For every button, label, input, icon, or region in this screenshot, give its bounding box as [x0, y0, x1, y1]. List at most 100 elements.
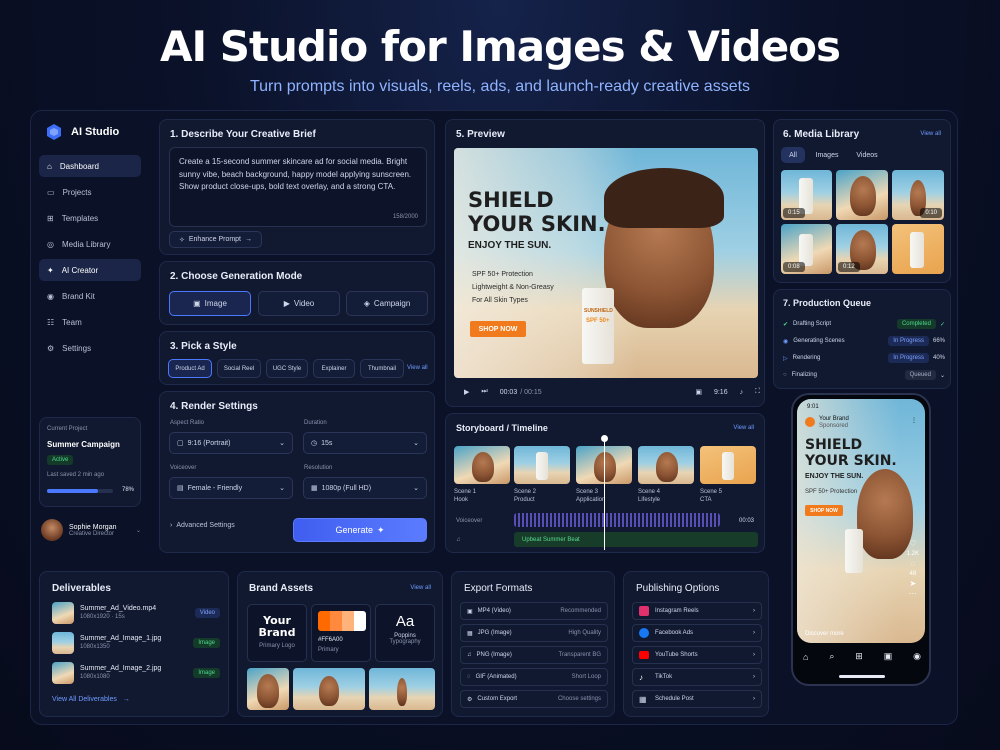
- brand-assets-view-all-link[interactable]: View all: [410, 585, 431, 591]
- deliverable-row[interactable]: Summer_Ad_Image_1.jpg 1080x1350 Image: [52, 632, 220, 654]
- library-item[interactable]: 0:15: [781, 170, 832, 220]
- play-circle-icon: ▷: [783, 355, 788, 362]
- brand-image[interactable]: [293, 668, 365, 710]
- share-icon[interactable]: ➤: [907, 579, 919, 589]
- sidebar-item-media-library[interactable]: ◎ Media Library: [39, 233, 141, 255]
- phone-actions: ♡ 1.2K ◌ 48 ➤ ⋯: [907, 539, 919, 599]
- primary-logo-card[interactable]: Your Brand Primary Logo: [247, 604, 307, 662]
- sidebar-item-brand-kit[interactable]: ◉ Brand Kit: [39, 285, 141, 307]
- mode-campaign-button[interactable]: ◈ Campaign: [346, 291, 428, 316]
- publish-option[interactable]: ♪ TikTok ›: [632, 668, 762, 686]
- brand-image[interactable]: [247, 668, 289, 710]
- style-product-ad[interactable]: Product Ad: [168, 359, 212, 378]
- export-option[interactable]: ⚙ Custom Export Choose settings: [460, 690, 608, 708]
- phone-screen[interactable]: 9:01 Your Brand Sponsored ⋮ SHIELD YOUR SK…: [797, 399, 925, 643]
- view-all-deliverables-link[interactable]: View All Deliverables →: [52, 696, 130, 703]
- publish-option[interactable]: Facebook Ads ›: [632, 624, 762, 642]
- style-ugc[interactable]: UGC Style: [266, 359, 308, 378]
- scene-thumb[interactable]: [454, 446, 510, 484]
- user-profile[interactable]: Sophie Morgan Creative Director ⌄: [41, 519, 141, 541]
- fullscreen-icon[interactable]: ⛶: [755, 388, 760, 396]
- sidebar-item-projects[interactable]: ▭ Projects: [39, 181, 141, 203]
- publish-option[interactable]: YouTube Shorts ›: [632, 646, 762, 664]
- export-option[interactable]: ◌ GIF (Animated) Short Loop: [460, 668, 608, 686]
- voiceover-select[interactable]: ▤ Female - Friendly ⌄: [169, 477, 293, 499]
- add-icon[interactable]: ⊞: [855, 651, 863, 662]
- primary-color-card[interactable]: #FF6A00 Primary: [311, 604, 371, 662]
- search-icon[interactable]: ⌕: [829, 651, 834, 662]
- current-project-card[interactable]: Current Project Summer Campaign Active L…: [39, 417, 141, 507]
- tab-images[interactable]: Images: [809, 147, 845, 163]
- export-label: JPG (Image): [477, 630, 512, 636]
- style-social-reel[interactable]: Social Reel: [217, 359, 261, 378]
- heart-icon[interactable]: ♡: [907, 539, 919, 549]
- brand-image[interactable]: [369, 668, 435, 710]
- sidebar-item-team[interactable]: ☷ Team: [39, 311, 141, 333]
- library-view-all-link[interactable]: View all: [920, 131, 941, 137]
- more-horizontal-icon[interactable]: ⋯: [907, 589, 919, 599]
- scene-thumb[interactable]: [638, 446, 694, 484]
- sidebar-item-dashboard[interactable]: ⌂ Dashboard: [39, 155, 141, 177]
- queue-percent: 40%: [932, 355, 945, 361]
- sidebar-item-templates[interactable]: ⊞ Templates: [39, 207, 141, 229]
- volume-icon[interactable]: ♪: [740, 389, 744, 396]
- publish-option[interactable]: Instagram Reels ›: [632, 602, 762, 620]
- phone-cta-button[interactable]: SHOP NOW: [805, 505, 843, 516]
- storyboard-view-all-link[interactable]: View all: [733, 425, 754, 431]
- ratio-icon[interactable]: ▣: [695, 388, 702, 396]
- export-option[interactable]: ▦ JPG (Image) High Quality: [460, 624, 608, 642]
- brief-textarea[interactable]: Create a 15-second summer skincare ad fo…: [169, 147, 427, 227]
- aspect-ratio-select[interactable]: ▢ 9:16 (Portrait) ⌄: [169, 432, 293, 454]
- scene-thumb[interactable]: [514, 446, 570, 484]
- export-option[interactable]: ♫ PNG (Image) Transparent BG: [460, 646, 608, 664]
- queue-status-badge: Queued: [904, 370, 936, 380]
- sidebar-item-ai-creator[interactable]: ✦ AI Creator: [39, 259, 141, 281]
- export-option[interactable]: ▣ MP4 (Video) Recommended: [460, 602, 608, 620]
- mode-video-button[interactable]: ▶ Video: [258, 291, 340, 316]
- sidebar-item-settings[interactable]: ⚙ Settings: [39, 337, 141, 359]
- preview-features: SPF 50+ Protection Lightweight & Non-Gre…: [472, 268, 554, 307]
- preview-canvas[interactable]: SUNSHIELD SPF 50+ SHIELD YOUR SKIN. ENJO…: [454, 148, 758, 378]
- enhance-prompt-button[interactable]: ✧ Enhance Prompt →: [169, 231, 262, 248]
- typography-card[interactable]: Aa Poppins Typography: [375, 604, 435, 662]
- inbox-icon[interactable]: ▣: [884, 651, 893, 662]
- more-icon[interactable]: ⋮: [911, 417, 917, 424]
- sidebar-brand[interactable]: AI Studio: [45, 123, 119, 141]
- deliverable-row[interactable]: Summer_Ad_Video.mp4 1080x1920 · 15s Video: [52, 602, 220, 624]
- scene-thumb[interactable]: [700, 446, 756, 484]
- user-name: Sophie Morgan: [69, 523, 117, 531]
- tab-all[interactable]: All: [781, 147, 805, 163]
- deliverable-row[interactable]: Summer_Ad_Image_2.jpg 1080x1080 Image: [52, 662, 220, 684]
- advanced-settings-toggle[interactable]: › Advanced Settings: [170, 522, 235, 529]
- resolution-select[interactable]: ▦ 1080p (Full HD) ⌄: [303, 477, 427, 499]
- library-item[interactable]: 0:12: [836, 224, 888, 274]
- library-item[interactable]: [836, 170, 888, 220]
- style-explainer[interactable]: Explainer: [313, 359, 355, 378]
- mode-image-button[interactable]: ▣ Image: [169, 291, 251, 316]
- style-thumbnail[interactable]: Thumbnail: [360, 359, 404, 378]
- storyboard-title: Storyboard / Timeline: [456, 423, 548, 433]
- voiceover-waveform[interactable]: [514, 513, 720, 527]
- music-track[interactable]: Upbeat Summer Beat: [514, 532, 758, 547]
- publish-option[interactable]: ▦ Schedule Post ›: [632, 690, 762, 708]
- home-icon[interactable]: ⌂: [803, 652, 808, 662]
- item-duration: 0:10: [920, 208, 942, 218]
- mode-label: Campaign: [373, 299, 411, 308]
- chevron-right-icon: ›: [753, 674, 755, 680]
- library-item[interactable]: 0:10: [892, 170, 944, 220]
- folder-icon: ▭: [47, 187, 55, 197]
- playhead-handle[interactable]: [601, 435, 608, 442]
- tab-videos[interactable]: Videos: [849, 147, 885, 163]
- duration-select[interactable]: ◷ 15s ⌄: [303, 432, 427, 454]
- generate-button[interactable]: Generate ✦: [293, 518, 427, 542]
- library-item[interactable]: [892, 224, 944, 274]
- profile-icon[interactable]: ◉: [913, 651, 921, 662]
- skip-icon[interactable]: ⏭: [481, 388, 487, 396]
- play-icon[interactable]: ▶: [464, 388, 469, 396]
- preview-cta-button[interactable]: SHOP NOW: [470, 321, 526, 337]
- playhead[interactable]: [604, 438, 605, 550]
- library-item[interactable]: 0:08: [781, 224, 832, 274]
- comment-icon[interactable]: ◌: [907, 559, 919, 569]
- brand-assets-title: Brand Assets: [249, 583, 314, 594]
- style-view-all-link[interactable]: View all: [407, 365, 428, 371]
